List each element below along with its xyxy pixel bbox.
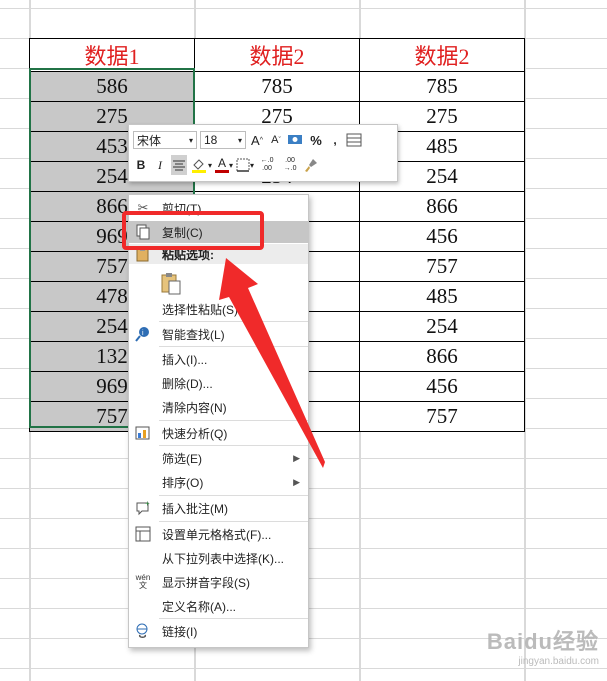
- watermark-brand: Baidu经验: [486, 629, 599, 654]
- watermark: Baidu经验 jingyan.baidu.com: [487, 624, 599, 667]
- pointer-arrow-icon: [219, 258, 325, 468]
- watermark-url: jingyan.baidu.com: [518, 656, 599, 667]
